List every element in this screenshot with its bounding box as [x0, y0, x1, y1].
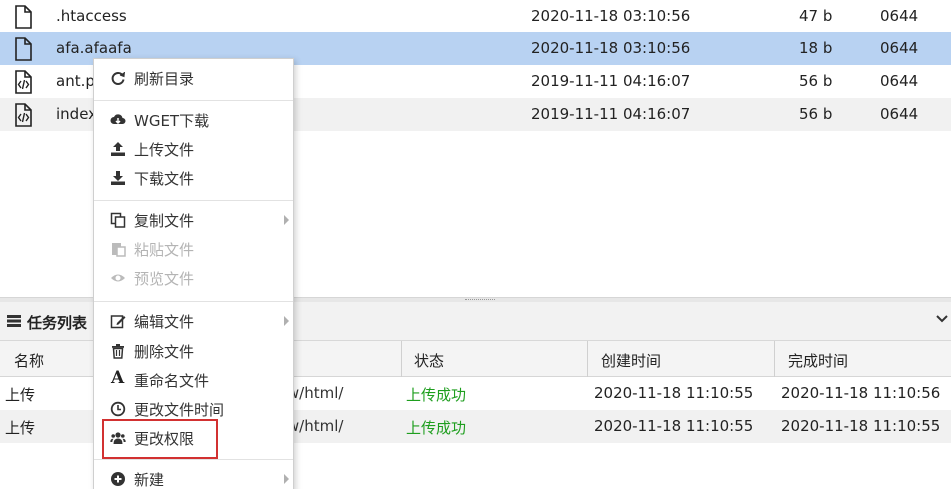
column-header-status[interactable]: 状态: [414, 350, 444, 371]
copy-icon: [110, 212, 126, 228]
file-permission: 0644: [880, 39, 919, 57]
menu-item-download[interactable]: 下载文件: [94, 163, 293, 192]
file-icon: [15, 37, 32, 61]
column-header-created[interactable]: 创建时间: [601, 350, 661, 371]
menu-label: 更改文件时间: [134, 401, 225, 419]
column-header-name[interactable]: 名称: [14, 350, 44, 371]
menu-item-upload[interactable]: 上传文件: [94, 134, 293, 163]
clock-icon: [110, 401, 126, 417]
menu-label: WGET下载: [134, 112, 210, 130]
file-permission: 0644: [880, 7, 919, 25]
submenu-arrow-icon: [284, 215, 289, 225]
file-date: 2020-11-18 03:10:56: [531, 39, 691, 57]
file-size: 47 b: [799, 7, 833, 25]
splitter-grip: [465, 299, 495, 301]
menu-label: 重命名文件: [134, 372, 210, 390]
eye-icon: [111, 274, 125, 282]
file-size: 56 b: [799, 105, 833, 123]
cloud-download-icon: [110, 114, 126, 125]
file-row-htaccess[interactable]: .htaccess 2020-11-18 03:10:56 47 b 0644: [0, 0, 951, 33]
task-status: 上传成功: [406, 419, 467, 437]
task-finished: 2020-11-18 11:10:55: [781, 417, 941, 435]
file-name: afa.afaafa: [56, 39, 132, 57]
menu-item-preview[interactable]: 预览文件: [94, 263, 293, 292]
task-name: 上传: [5, 386, 36, 404]
refresh-icon: [111, 71, 125, 85]
paste-icon: [112, 243, 126, 257]
menu-label: 新建: [134, 471, 165, 489]
task-status: 上传成功: [406, 386, 467, 404]
chevron-down-icon[interactable]: [935, 312, 949, 326]
file-icon: [15, 5, 32, 29]
menu-item-refresh[interactable]: 刷新目录: [94, 63, 293, 92]
column-divider[interactable]: [774, 341, 775, 377]
highlight-annotation: [102, 419, 218, 459]
upload-icon: [111, 142, 125, 156]
menu-item-paste[interactable]: 粘贴文件: [94, 234, 293, 263]
submenu-arrow-icon: [284, 316, 289, 326]
menu-label: 编辑文件: [134, 313, 195, 331]
menu-label: 复制文件: [134, 212, 195, 230]
file-name: .htaccess: [56, 7, 127, 25]
menu-item-rename[interactable]: A 重命名文件: [94, 365, 293, 394]
menu-label: 下载文件: [134, 170, 195, 188]
task-name: 上传: [5, 419, 36, 437]
file-size: 18 b: [799, 39, 833, 57]
menu-label: 刷新目录: [134, 70, 195, 88]
menu-label: 上传文件: [134, 141, 195, 159]
file-date: 2019-11-11 04:16:07: [531, 105, 691, 123]
task-created: 2020-11-18 11:10:55: [594, 384, 754, 402]
file-date: 2020-11-18 03:10:56: [531, 7, 691, 25]
file-size: 56 b: [799, 72, 833, 90]
code-file-icon: [15, 103, 32, 127]
menu-divider: [94, 301, 293, 302]
menu-divider: [94, 459, 293, 460]
edit-icon: [110, 315, 126, 329]
task-finished: 2020-11-18 11:10:56: [781, 384, 941, 402]
file-permission: 0644: [880, 72, 919, 90]
download-icon: [111, 171, 125, 185]
menu-item-copy[interactable]: 复制文件: [94, 205, 293, 234]
column-divider[interactable]: [401, 341, 402, 377]
menu-divider: [94, 100, 293, 101]
menu-label: 预览文件: [134, 270, 195, 288]
text-icon: A: [111, 368, 125, 388]
submenu-arrow-icon: [284, 474, 289, 484]
plus-circle-icon: [111, 472, 125, 486]
menu-item-delete[interactable]: 删除文件: [94, 336, 293, 365]
task-created: 2020-11-18 11:10:55: [594, 417, 754, 435]
menu-label: 删除文件: [134, 343, 195, 361]
task-panel-title: 任务列表: [27, 314, 88, 332]
column-divider[interactable]: [587, 341, 588, 377]
menu-item-edit[interactable]: 编辑文件: [94, 306, 293, 335]
menu-divider: [94, 200, 293, 201]
file-date: 2019-11-11 04:16:07: [531, 72, 691, 90]
menu-item-new[interactable]: 新建: [94, 464, 293, 489]
code-file-icon: [15, 70, 32, 94]
list-icon: [7, 315, 21, 327]
file-permission: 0644: [880, 105, 919, 123]
menu-item-wget[interactable]: WGET下载: [94, 105, 293, 134]
column-header-finished[interactable]: 完成时间: [788, 350, 848, 371]
menu-label: 粘贴文件: [134, 241, 195, 259]
trash-icon: [112, 344, 124, 359]
